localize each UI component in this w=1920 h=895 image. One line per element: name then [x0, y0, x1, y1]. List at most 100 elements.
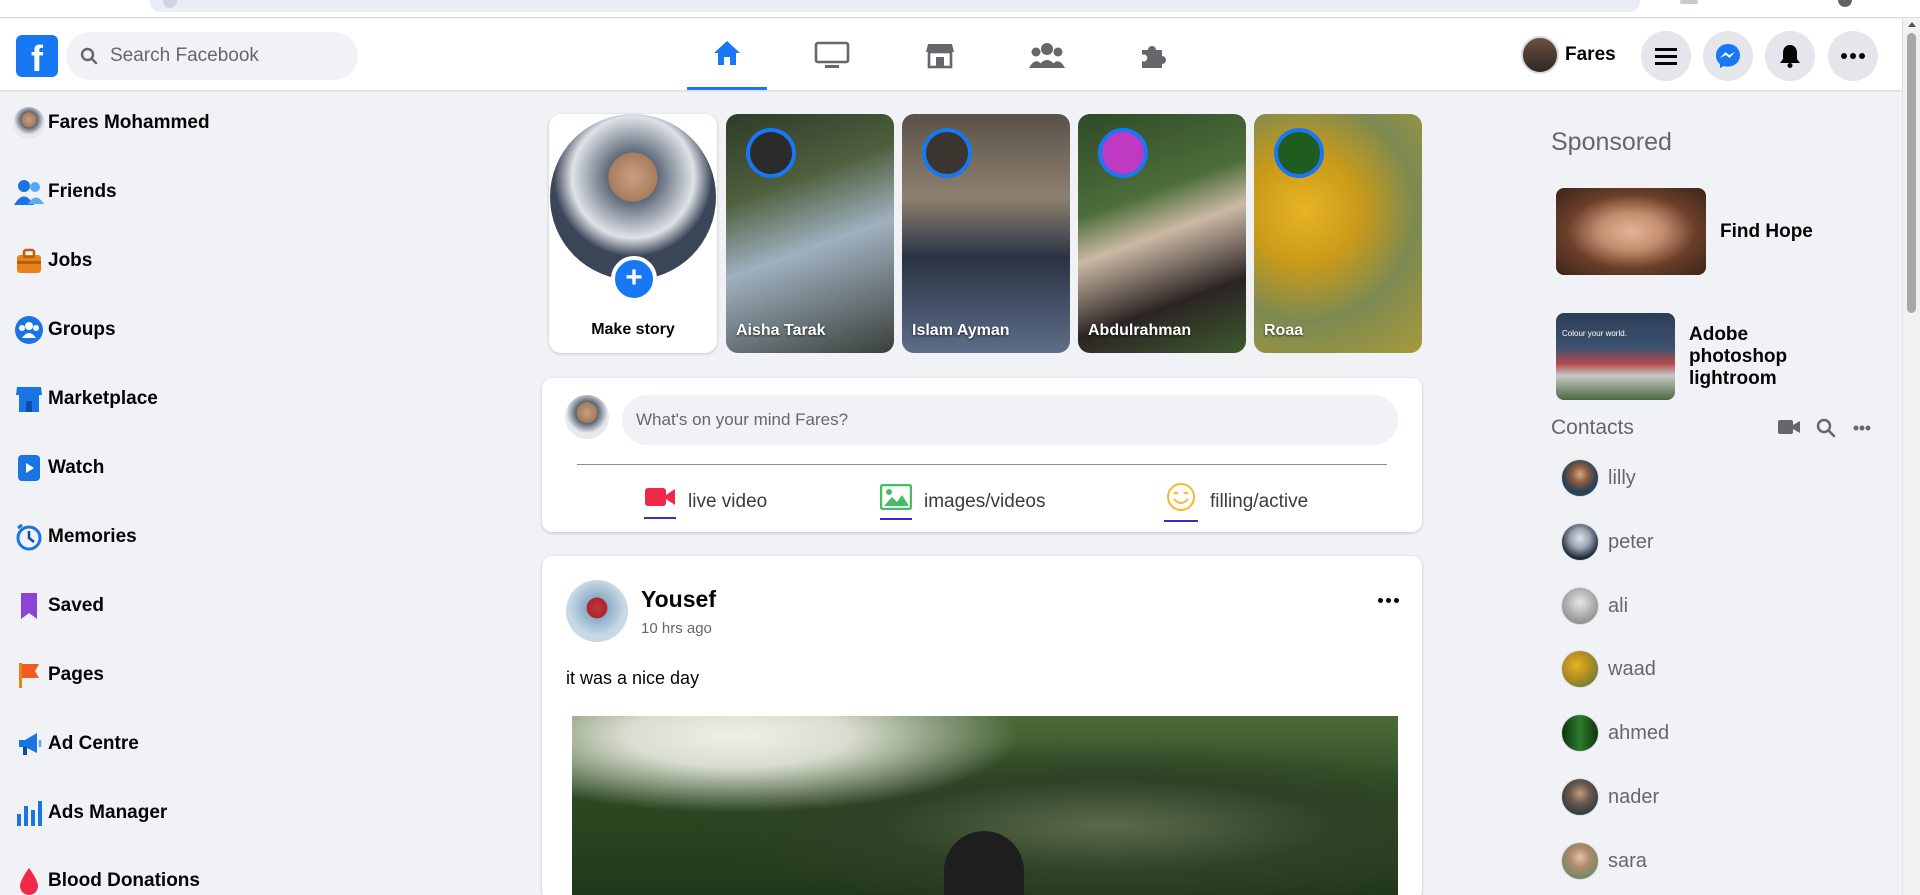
contact-item[interactable]: peter — [1561, 520, 1654, 564]
search-box[interactable] — [66, 32, 358, 80]
messenger-icon — [1716, 44, 1740, 68]
scrollbar-thumb[interactable] — [1907, 33, 1916, 313]
contacts-title: Contacts — [1551, 416, 1634, 439]
image-icon — [879, 483, 913, 520]
story-card[interactable]: Aisha Tarak — [726, 114, 894, 353]
story-author: Islam Ayman — [912, 322, 1010, 339]
story-avatar — [746, 128, 796, 178]
story-avatar — [1098, 128, 1148, 178]
story-author: Aisha Tarak — [736, 322, 826, 339]
composer-divider — [577, 464, 1387, 465]
profile-icon[interactable] — [1838, 0, 1852, 7]
address-bar[interactable] — [150, 0, 1640, 12]
menu-button[interactable] — [1641, 31, 1691, 81]
post-timestamp[interactable]: 10 hrs ago — [641, 620, 712, 637]
status-input[interactable] — [622, 395, 1398, 445]
sidebar-item-saved[interactable]: Saved — [12, 583, 352, 629]
memories-icon — [16, 523, 42, 551]
sidebar-item-ads-manager[interactable]: Ads Manager — [12, 790, 352, 836]
live-video-label: live video — [688, 491, 768, 512]
monitor-icon — [814, 41, 850, 68]
nav-gaming[interactable] — [1113, 19, 1193, 90]
page-scrollbar[interactable] — [1902, 19, 1920, 895]
sidebar-item-friends[interactable]: Friends — [12, 169, 352, 215]
top-navigation: f Fares — [0, 19, 1902, 90]
sidebar-item-jobs[interactable]: Jobs — [12, 238, 352, 284]
make-story-card[interactable]: + Make story — [549, 114, 717, 353]
sidebar-item-pages[interactable]: Pages — [12, 652, 352, 698]
contact-item[interactable]: ali — [1561, 584, 1628, 628]
feeling-activity-label: filling/active — [1210, 491, 1309, 512]
sidebar-item-label: Groups — [48, 319, 116, 340]
more-button[interactable] — [1828, 31, 1878, 81]
contact-item[interactable]: sara — [1561, 839, 1647, 883]
nav-groups[interactable] — [1007, 19, 1087, 90]
contact-name: ahmed — [1608, 721, 1670, 744]
sidebar-item-label: Watch — [48, 457, 105, 478]
contacts-options-icon[interactable] — [1853, 425, 1871, 431]
avatar — [1561, 842, 1599, 880]
make-story-label: Make story — [591, 321, 675, 338]
watch-icon — [18, 455, 40, 481]
sponsored-ad[interactable]: Colour your world. Adobe photoshop light… — [1556, 313, 1809, 400]
ad-title: Adobe photoshop lightroom — [1689, 323, 1788, 389]
avatar — [1561, 714, 1599, 752]
avatar — [1561, 650, 1599, 688]
images-videos-button[interactable]: images/videos — [879, 482, 1045, 522]
post-image-subject — [944, 831, 1024, 895]
sidebar-item-blood-donations[interactable]: Blood Donations — [12, 858, 352, 895]
contact-item[interactable]: ahmed — [1561, 711, 1669, 755]
puzzle-icon — [1142, 45, 1166, 68]
post-author-name[interactable]: Yousef — [641, 586, 716, 613]
post-options-icon[interactable] — [1378, 598, 1399, 603]
contact-name: peter — [1608, 530, 1654, 553]
sidebar-item-label: Ad Centre — [48, 733, 139, 754]
browser-bar — [0, 0, 1920, 18]
pages-icon — [19, 663, 39, 688]
sidebar-profile[interactable]: Fares Mohammed — [12, 100, 352, 146]
sidebar-item-groups[interactable]: Groups — [12, 307, 352, 353]
story-avatar — [1274, 128, 1324, 178]
nav-watch[interactable] — [792, 19, 872, 90]
sidebar-item-marketplace[interactable]: Marketplace — [12, 376, 352, 422]
video-call-icon[interactable] — [1778, 419, 1800, 435]
add-story-icon[interactable]: + — [611, 256, 657, 302]
menu-icon — [1655, 48, 1677, 65]
contact-item[interactable]: lilly — [1561, 456, 1636, 500]
sidebar-item-memories[interactable]: Memories — [12, 514, 352, 560]
post-author-avatar[interactable] — [566, 580, 628, 642]
ad-image — [1556, 188, 1706, 275]
story-card[interactable]: Abdulrahman — [1078, 114, 1246, 353]
contact-item[interactable]: waad — [1561, 647, 1656, 691]
nav-home[interactable] — [687, 19, 767, 90]
contact-name: waad — [1608, 657, 1656, 680]
bar-chart-icon — [17, 801, 42, 826]
story-card[interactable]: Islam Ayman — [902, 114, 1070, 353]
avatar — [12, 106, 46, 140]
scroll-up-icon[interactable] — [1908, 22, 1916, 27]
sidebar-item-watch[interactable]: Watch — [12, 445, 352, 491]
ad-image: Colour your world. — [1556, 313, 1675, 400]
post-image[interactable] — [572, 716, 1398, 895]
search-contacts-icon[interactable] — [1816, 418, 1836, 438]
contact-item[interactable]: nader — [1561, 775, 1659, 819]
feeling-activity-button[interactable]: filling/active — [1164, 482, 1308, 522]
more-icon — [1841, 53, 1865, 59]
search-input[interactable] — [110, 32, 340, 80]
search-icon — [80, 47, 98, 65]
sponsored-ad[interactable]: Find Hope — [1556, 188, 1813, 275]
sponsored-title: Sponsored — [1551, 128, 1672, 156]
sidebar-item-ad-centre[interactable]: Ad Centre — [12, 721, 352, 767]
profile-chip[interactable]: Fares — [1521, 33, 1616, 77]
ad-image-caption: Colour your world. — [1562, 329, 1627, 338]
facebook-logo[interactable]: f — [16, 35, 58, 77]
feed-post: Yousef 10 hrs ago it was a nice day — [542, 556, 1422, 895]
story-author: Abdulrahman — [1088, 322, 1192, 339]
notifications-button[interactable] — [1765, 31, 1815, 81]
jobs-icon — [17, 248, 41, 273]
live-video-button[interactable]: live video — [644, 482, 767, 522]
story-card[interactable]: Roaa — [1254, 114, 1422, 353]
nav-marketplace[interactable] — [900, 19, 980, 90]
messenger-button[interactable] — [1703, 31, 1753, 81]
tab-strip-icon[interactable] — [1680, 0, 1698, 4]
